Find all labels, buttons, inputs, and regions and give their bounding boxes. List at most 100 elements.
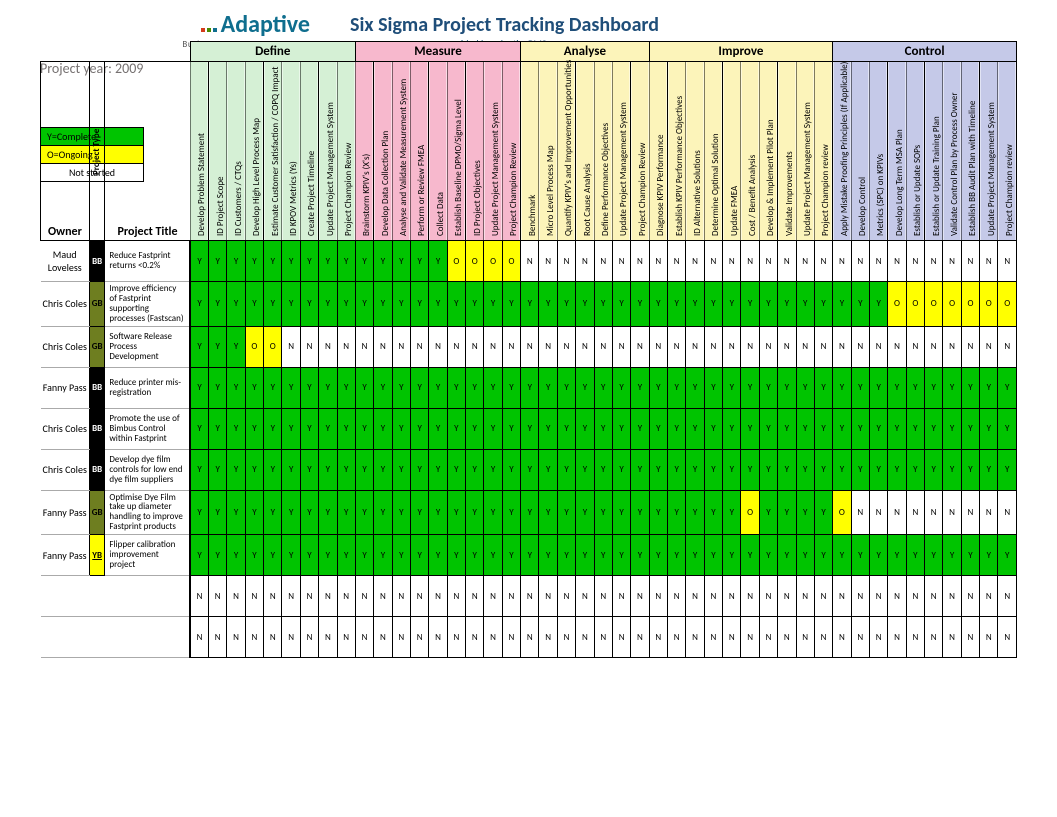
status-cell: Y <box>410 367 428 408</box>
status-cell: Y <box>869 408 887 449</box>
sub-header: Cost / Benefit Analysis <box>741 62 759 241</box>
status-cell: Y <box>594 535 612 576</box>
status-cell: Y <box>704 535 722 576</box>
status-cell: Y <box>282 490 300 535</box>
owner-cell: Chris Coles <box>41 408 90 449</box>
status-cell: Y <box>337 535 355 576</box>
status-cell: N <box>612 617 630 658</box>
status-cell: Y <box>539 490 557 535</box>
status-cell: N <box>576 241 594 282</box>
status-cell: Y <box>374 449 392 490</box>
status-cell: N <box>668 326 686 367</box>
status-cell: N <box>869 490 887 535</box>
status-cell: Y <box>209 449 227 490</box>
status-cell: Y <box>282 241 300 282</box>
status-cell: Y <box>521 408 539 449</box>
sub-header: Establish or Update Training Plan <box>925 62 943 241</box>
status-cell: Y <box>759 449 777 490</box>
status-cell: N <box>759 241 777 282</box>
status-cell: Y <box>392 282 410 327</box>
status-cell: Y <box>502 408 520 449</box>
status-cell: O <box>741 490 759 535</box>
status-cell: N <box>557 241 575 282</box>
status-cell: N <box>557 326 575 367</box>
status-cell: N <box>723 326 741 367</box>
status-cell: Y <box>557 535 575 576</box>
status-cell: Y <box>429 490 447 535</box>
status-cell: Y <box>392 535 410 576</box>
status-cell: Y <box>943 367 961 408</box>
sub-header: Apply Mistake Proofing Principles (If Ap… <box>833 62 851 241</box>
status-cell: N <box>447 576 465 617</box>
title-cell: Promote the use of Bimbus Control within… <box>105 408 190 449</box>
status-cell: N <box>668 241 686 282</box>
status-cell: Y <box>245 535 263 576</box>
status-cell: Y <box>319 241 337 282</box>
status-cell: N <box>355 576 373 617</box>
status-cell: N <box>521 241 539 282</box>
type-cell: BB <box>89 408 104 449</box>
status-cell: Y <box>704 367 722 408</box>
status-cell: Y <box>337 367 355 408</box>
status-cell: N <box>484 576 502 617</box>
status-cell: N <box>374 576 392 617</box>
status-cell: N <box>649 576 667 617</box>
status-cell: Y <box>337 408 355 449</box>
status-cell: N <box>429 617 447 658</box>
status-cell: N <box>888 617 906 658</box>
status-cell: Y <box>686 449 704 490</box>
status-cell: Y <box>851 282 869 327</box>
sub-header: Develop Problem Statement <box>190 62 208 241</box>
status-cell: Y <box>576 449 594 490</box>
status-cell: N <box>961 326 979 367</box>
status-cell: N <box>759 576 777 617</box>
status-cell: Y <box>649 408 667 449</box>
status-cell: Y <box>851 449 869 490</box>
status-cell: Y <box>686 490 704 535</box>
status-cell: N <box>888 241 906 282</box>
status-cell: Y <box>612 282 630 327</box>
status-cell: Y <box>374 535 392 576</box>
status-cell: Y <box>300 367 318 408</box>
status-cell: Y <box>741 282 759 327</box>
status-cell: Y <box>704 282 722 327</box>
status-cell: Y <box>245 241 263 282</box>
status-cell: N <box>998 490 1017 535</box>
sub-header: Determine Optimal Solution <box>704 62 722 241</box>
status-cell: N <box>961 241 979 282</box>
status-cell: Y <box>943 449 961 490</box>
status-cell: N <box>612 576 630 617</box>
status-cell: Y <box>833 449 851 490</box>
sub-header: Update FMEA <box>723 62 741 241</box>
status-cell: Y <box>631 367 649 408</box>
status-cell: Y <box>521 367 539 408</box>
status-cell: Y <box>282 449 300 490</box>
sub-header: Establish BB Audit Plan with Timeline <box>961 62 979 241</box>
status-cell: Y <box>888 367 906 408</box>
status-cell: Y <box>686 367 704 408</box>
sub-header: ID Project Scope <box>209 62 227 241</box>
status-cell: Y <box>429 282 447 327</box>
status-cell: N <box>576 576 594 617</box>
status-cell: N <box>686 576 704 617</box>
status-cell: N <box>631 576 649 617</box>
status-cell: Y <box>264 241 282 282</box>
status-cell: N <box>961 490 979 535</box>
status-cell: O <box>925 282 943 327</box>
status-cell: Y <box>521 282 539 327</box>
status-cell: Y <box>355 367 373 408</box>
status-cell: N <box>906 490 924 535</box>
status-cell: Y <box>355 490 373 535</box>
status-cell: O <box>998 282 1017 327</box>
status-cell: N <box>686 326 704 367</box>
status-cell: N <box>686 617 704 658</box>
table-row: Chris ColesGBSoftware Release Process De… <box>41 326 1017 367</box>
owner-cell: Chris Coles <box>41 449 90 490</box>
status-cell: Y <box>576 490 594 535</box>
status-cell: Y <box>264 367 282 408</box>
status-cell: N <box>612 326 630 367</box>
status-cell: N <box>447 617 465 658</box>
status-cell: Y <box>814 449 832 490</box>
type-cell: GB <box>89 326 104 367</box>
title-cell: Flipper calibration improvement project <box>105 535 190 576</box>
